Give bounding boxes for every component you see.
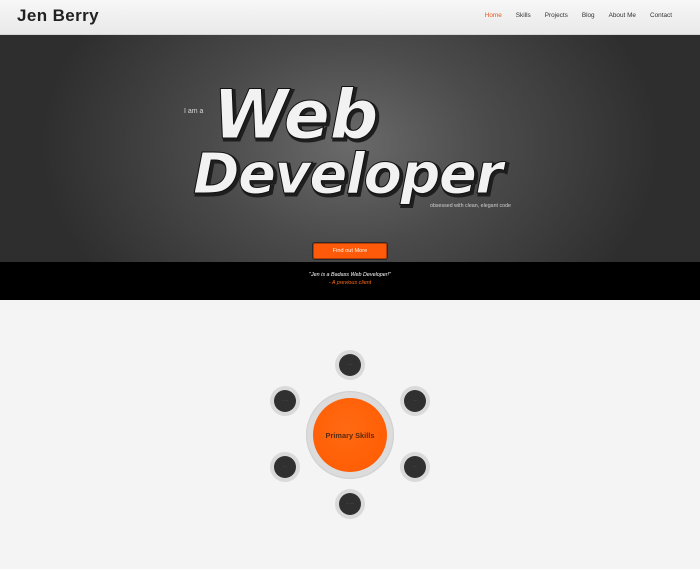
skill-node-top[interactable]: ····	[335, 350, 365, 380]
find-out-more-button[interactable]: Find out More	[313, 243, 387, 259]
testimonial-attribution: - A previous client	[328, 280, 372, 286]
skill-node-bottom[interactable]: ··· ····	[335, 489, 365, 519]
nav-projects[interactable]: Projects	[545, 12, 568, 19]
skill-node-lower-left[interactable]: ···	[270, 452, 300, 482]
nav-home[interactable]: Home	[485, 12, 502, 19]
main-nav: Home Skills Projects Blog About Me Conta…	[471, 12, 672, 19]
site-logo[interactable]: Jen Berry	[17, 6, 99, 26]
hero-title-line2: Developer	[193, 142, 506, 207]
skill-node-label: ···	[404, 390, 426, 412]
nav-blog[interactable]: Blog	[582, 12, 595, 19]
hero-banner: I am a Web Web Developer Developer obses…	[0, 35, 700, 262]
skill-node-label: ···	[274, 456, 296, 478]
nav-about-me[interactable]: About Me	[609, 12, 636, 19]
skill-node-label: ·· ···	[274, 390, 296, 412]
skill-node-label: ····	[404, 456, 426, 478]
skill-node-lower-right[interactable]: ····	[400, 452, 430, 482]
primary-skills-core[interactable]: Primary Skills	[313, 398, 387, 472]
testimonial-text: "Jen is a Badass Web Developer!"	[309, 272, 391, 278]
hero-title-art: Web Web Developer Developer	[193, 76, 510, 211]
skill-node-label: ··· ····	[339, 493, 361, 515]
skill-node-upper-left[interactable]: ·· ···	[270, 386, 300, 416]
site-header: Jen Berry Home Skills Projects Blog Abou…	[0, 0, 700, 35]
skill-node-upper-right[interactable]: ···	[400, 386, 430, 416]
nav-contact[interactable]: Contact	[650, 12, 672, 19]
nav-skills[interactable]: Skills	[516, 12, 531, 19]
testimonial-band: "Jen is a Badass Web Developer!" - A pre…	[0, 262, 700, 300]
hero-tagline: obsessed with clean, elegant code	[430, 203, 511, 209]
skills-section: Primary Skills ···· ··· ···· ··· ···· ··…	[0, 300, 700, 569]
skill-node-label: ····	[339, 354, 361, 376]
